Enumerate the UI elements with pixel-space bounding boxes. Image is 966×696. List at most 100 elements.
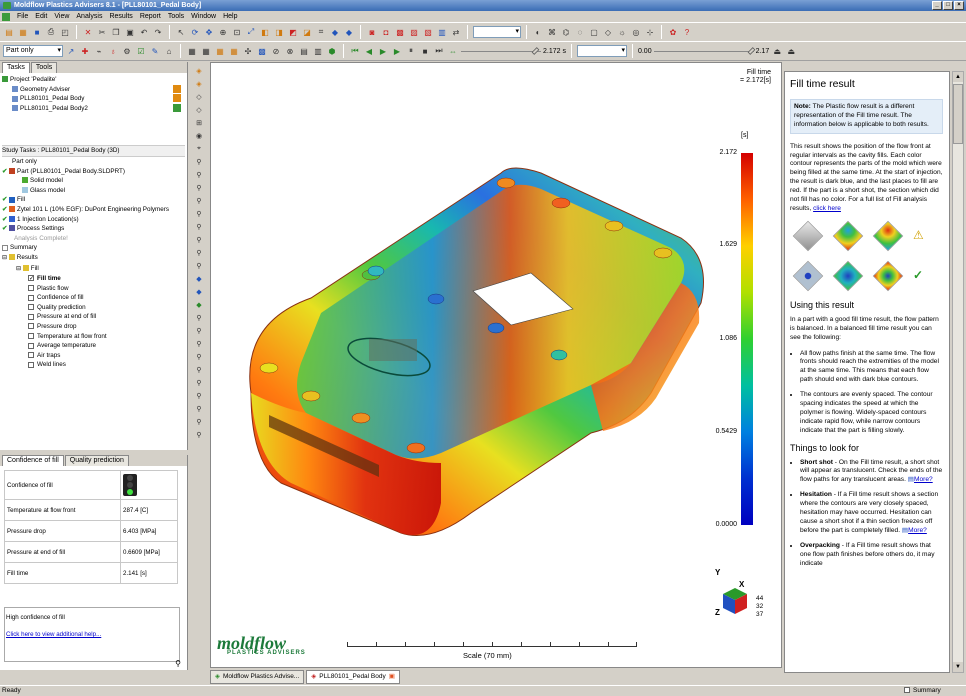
vtool-1-icon[interactable]: ◈ <box>193 66 205 76</box>
range-slider[interactable] <box>653 45 755 57</box>
camera-icon[interactable]: ◎ <box>630 26 642 38</box>
view-front-icon[interactable]: ◧ <box>259 26 271 38</box>
print-icon[interactable]: ⎙ <box>45 26 57 38</box>
edges-icon[interactable]: ◇ <box>602 26 614 38</box>
step-back-icon[interactable]: ◀ <box>363 45 375 57</box>
lights-icon[interactable]: ☼ <box>616 26 628 38</box>
process-node[interactable]: ✔ Process Settings <box>2 224 185 234</box>
vtool-11-icon[interactable]: ⚲ <box>193 196 205 206</box>
help-scrollbar[interactable]: ▲ ▼ <box>952 71 964 673</box>
result-checkbox[interactable] <box>28 342 34 349</box>
pin-icon[interactable]: ⚲ <box>175 659 181 668</box>
vtool-18-icon[interactable]: ◆ <box>193 287 205 297</box>
fit-icon[interactable]: ⤢ <box>245 26 257 38</box>
tool-e-icon[interactable]: ☑ <box>135 45 147 57</box>
range-slider-thumb[interactable] <box>747 47 755 55</box>
menu-help[interactable]: Help <box>223 13 237 20</box>
vtool-7-icon[interactable]: ⌖ <box>193 144 205 154</box>
summary-status[interactable]: Summary <box>904 686 941 696</box>
result-g-icon[interactable]: ⊘ <box>270 45 282 57</box>
tab-tools[interactable]: Tools <box>30 62 58 73</box>
tool-f-icon[interactable]: ✎ <box>149 45 161 57</box>
menu-tools[interactable]: Tools <box>168 13 184 20</box>
vtool-5-icon[interactable]: ⊞ <box>193 118 205 128</box>
zoom-box-icon[interactable]: ⊡ <box>231 26 243 38</box>
open-icon[interactable]: ▦ <box>17 26 29 38</box>
tool-g-icon[interactable]: ⌂ <box>163 45 175 57</box>
result-d-icon[interactable]: ▦ <box>228 45 240 57</box>
result-item[interactable]: Confidence of fill <box>2 293 185 303</box>
menu-window[interactable]: Window <box>191 13 216 20</box>
select-icon[interactable]: ↖ <box>175 26 187 38</box>
end-icon[interactable]: ⏭ <box>433 45 445 57</box>
pause-icon[interactable]: ⏸ <box>405 45 417 57</box>
report-icon[interactable]: ▧ <box>422 26 434 38</box>
undo-icon[interactable]: ↶ <box>138 26 150 38</box>
wire-icon[interactable]: ⌬ <box>560 26 572 38</box>
view-top-icon[interactable]: ◨ <box>273 26 285 38</box>
scroll-up-icon[interactable]: ▲ <box>953 72 963 82</box>
result-item[interactable]: Temperature at flow front <box>2 332 185 342</box>
summary-checkbox[interactable] <box>904 687 910 694</box>
menu-view[interactable]: View <box>54 13 69 20</box>
result-item[interactable]: Air traps <box>2 351 185 361</box>
vtool-12-icon[interactable]: ⚲ <box>193 209 205 219</box>
menu-report[interactable]: Report <box>140 13 161 20</box>
process-icon[interactable]: ▨ <box>408 26 420 38</box>
vtool-22-icon[interactable]: ⚲ <box>193 339 205 349</box>
loop-icon[interactable]: ⇔ <box>447 45 459 57</box>
vtool-10-icon[interactable]: ⚲ <box>193 183 205 193</box>
axis-icon[interactable]: ⊹ <box>644 26 656 38</box>
vtool-4-icon[interactable]: ◇ <box>193 105 205 115</box>
result-checkbox[interactable] <box>28 304 34 311</box>
close-button[interactable]: × <box>954 1 964 10</box>
preview-icon[interactable]: ◰ <box>59 26 71 38</box>
stop-icon[interactable]: ■ <box>419 45 431 57</box>
result-k-icon[interactable]: ⬢ <box>326 45 338 57</box>
results-fill-node[interactable]: ⊟ Fill <box>2 264 185 275</box>
doc-tab-pedal-body[interactable]: ◈ PLL80101_Pedal Body ▣ <box>306 670 400 684</box>
menu-analysis[interactable]: Analysis <box>76 13 102 20</box>
result-a-icon[interactable]: ▦ <box>186 45 198 57</box>
result-item[interactable]: Pressure at end of fill <box>2 312 185 322</box>
section-icon[interactable]: ⌗ <box>315 26 327 38</box>
tool-b-icon[interactable]: ⌁ <box>93 45 105 57</box>
scroll-down-icon[interactable]: ▼ <box>953 662 963 672</box>
doc-menu-icon[interactable] <box>2 12 10 21</box>
vtool-14-icon[interactable]: ⚲ <box>193 235 205 245</box>
menu-results[interactable]: Results <box>109 13 132 20</box>
animation-slider[interactable] <box>461 45 541 57</box>
close-tab-icon[interactable]: ▣ <box>389 671 395 683</box>
part-node[interactable]: ✔ Part (PLL80101_Pedal Body.SLDPRT) <box>2 167 185 177</box>
tool-c-icon[interactable]: ♁ <box>107 45 119 57</box>
material-node[interactable]: ✔ Zytel 101 L (10% EGF): DuPont Engineer… <box>2 205 185 215</box>
summary-node[interactable]: Summary <box>2 243 185 253</box>
doc-tab-advisers[interactable]: ◈ Moldflow Plastics Advise... <box>210 670 305 684</box>
expand-icon[interactable]: ⊟ <box>2 255 7 261</box>
tab-quality-prediction[interactable]: Quality prediction <box>64 455 129 466</box>
view-iso-icon[interactable]: ◪ <box>301 26 313 38</box>
scale-down-icon[interactable]: ⏏ <box>785 45 797 57</box>
vtool-19-icon[interactable]: ◆ <box>193 300 205 310</box>
results-node[interactable]: ⊟ Results <box>2 253 185 264</box>
layer-combo[interactable] <box>473 26 521 38</box>
scroll-thumb[interactable] <box>953 84 963 144</box>
expand-icon[interactable]: ⊟ <box>16 266 21 272</box>
result-item[interactable]: Average temperature <box>2 341 185 351</box>
part-combo[interactable]: Part only <box>3 45 63 57</box>
play-icon[interactable]: ▶ <box>377 45 389 57</box>
transparent-icon[interactable]: ◌ <box>574 26 586 38</box>
menu-edit[interactable]: Edit <box>35 13 47 20</box>
zoom-icon[interactable]: ⊕ <box>217 26 229 38</box>
vtool-21-icon[interactable]: ⚲ <box>193 326 205 336</box>
result-item[interactable]: Plastic flow <box>2 284 185 294</box>
result-b-icon[interactable]: ▦ <box>200 45 212 57</box>
vtool-16-icon[interactable]: ⚲ <box>193 261 205 271</box>
scale-up-icon[interactable]: ⏏ <box>771 45 783 57</box>
result-e-icon[interactable]: ✣ <box>242 45 254 57</box>
vtool-13-icon[interactable]: ⚲ <box>193 222 205 232</box>
project-item[interactable]: Geometry Adviser <box>2 84 185 95</box>
result-h-icon[interactable]: ⊗ <box>284 45 296 57</box>
result-c-icon[interactable]: ▦ <box>214 45 226 57</box>
project-node[interactable]: Project 'Pedalite' <box>2 75 185 85</box>
